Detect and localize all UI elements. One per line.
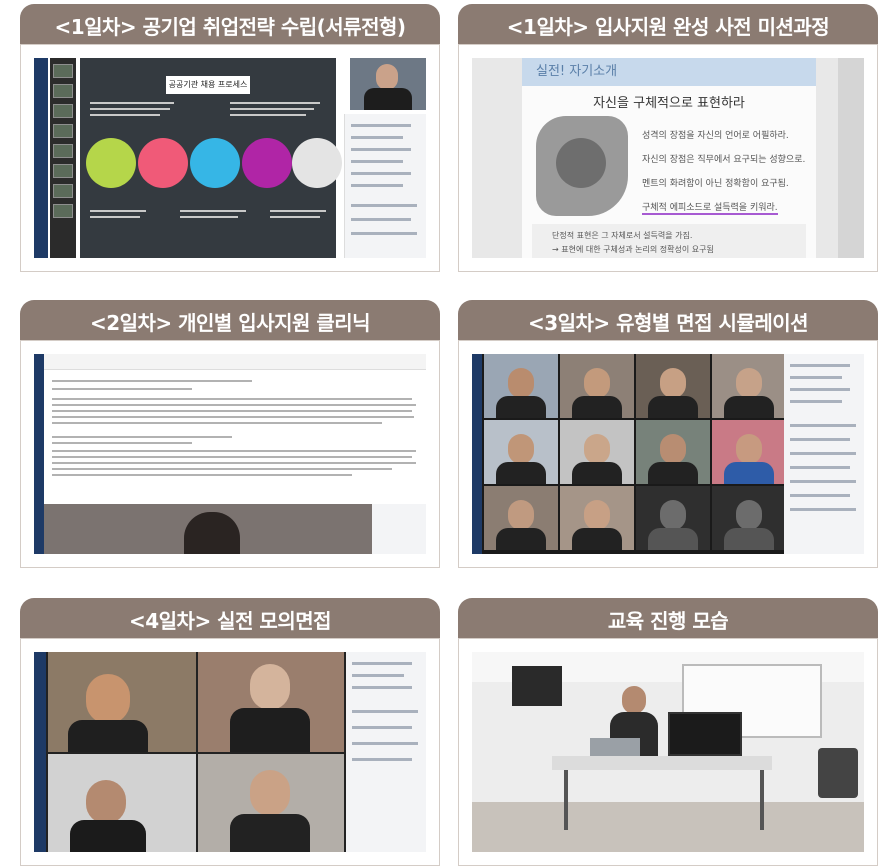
card-day4-mock-interview: <4일차> 실전 모의면접: [20, 598, 440, 866]
desk: [552, 756, 772, 770]
chair: [818, 748, 858, 798]
document-editor: [44, 354, 426, 504]
slide-heading: 자신을 구체적으로 표현하라: [593, 96, 745, 111]
participant-video: [44, 504, 372, 554]
presentation-slide: 공공기관 채용 프로세스: [80, 58, 342, 258]
conference-screenshot: 공공기관 채용 프로세스: [34, 58, 426, 258]
slide-note-box: 단정적 표현은 그 자체로서 설득력을 가짐. → 표현에 대한 구체성과 논리…: [532, 224, 806, 258]
self-intro-slide: 실전! 자기소개 자신을 구체적으로 표현하라 성격의 장점을 자신의 언어로 …: [472, 58, 864, 258]
process-step-3: [190, 138, 240, 188]
screenshot-frame: [20, 340, 440, 568]
screenshot-frame: [458, 638, 878, 866]
slide-page: 실전! 자기소개 자신을 구체적으로 표현하라 성격의 장점을 자신의 언어로 …: [522, 58, 816, 258]
note-line: → 표현에 대한 구체성과 논리의 정확성이 요구됨: [552, 245, 714, 254]
instructor: [622, 686, 646, 714]
card-day2-clinic: <2일차> 개인별 입사지원 클리닉: [20, 300, 440, 568]
slide-line: 멘트의 화려함이 아닌 정확함이 요구됨.: [642, 179, 789, 189]
card-day3-simulation: <3일차> 유형별 면접 시뮬레이션: [458, 300, 878, 568]
slide-thumbnails: [50, 58, 76, 258]
note-line: 단정적 표현은 그 자체로서 설득력을 가짐.: [552, 231, 693, 240]
screenshot-frame: 실전! 자기소개 자신을 구체적으로 표현하라 성격의 장점을 자신의 언어로 …: [458, 44, 878, 272]
process-step-5: [292, 138, 342, 188]
video-grid-screenshot: [472, 354, 864, 554]
app-sidebar: [34, 58, 48, 258]
process-step-4: [242, 138, 292, 188]
app-sidebar: [34, 354, 44, 554]
screenshot-frame: [20, 638, 440, 866]
editor-toolbar: [44, 354, 426, 370]
video-controls: [372, 504, 426, 554]
classroom-photo: [472, 652, 864, 852]
app-sidebar: [472, 354, 482, 554]
process-step-2: [138, 138, 188, 188]
laptop: [590, 738, 640, 756]
card-day1-strategy: <1일차> 공기업 취업전략 수립(서류전형) 공공기관 채용 프로세스: [20, 4, 440, 272]
mock-interview-screenshot: [34, 652, 426, 852]
slide-title: 공공기관 채용 프로세스: [166, 76, 250, 94]
slide-line: 성격의 장점을 자신의 언어로 어필하라.: [642, 131, 789, 141]
tv-screen: [512, 666, 562, 706]
card-day1-mission: <1일차> 입사지원 완성 사전 미션과정 실전! 자기소개 자신을 구체적으로…: [458, 4, 878, 272]
screenshot-frame: 공공기관 채용 프로세스: [20, 44, 440, 272]
slide-banner: 실전! 자기소개: [522, 58, 816, 86]
monitor: [668, 712, 742, 756]
app-sidebar: [34, 652, 46, 852]
slide-line: 자신의 장점은 직무에서 요구되는 성향으로.: [642, 155, 806, 165]
presenter-video: [350, 58, 426, 110]
document-review-screenshot: [34, 354, 426, 554]
card-class-photo: 교육 진행 모습: [458, 598, 878, 866]
participants-panel: [784, 354, 864, 554]
participants-panel: [344, 114, 426, 258]
screenshot-frame: [458, 340, 878, 568]
process-step-1: [86, 138, 136, 188]
participants-panel: [346, 652, 426, 852]
slide-line: 구체적 에피소드로 설득력을 키워라.: [642, 200, 778, 215]
